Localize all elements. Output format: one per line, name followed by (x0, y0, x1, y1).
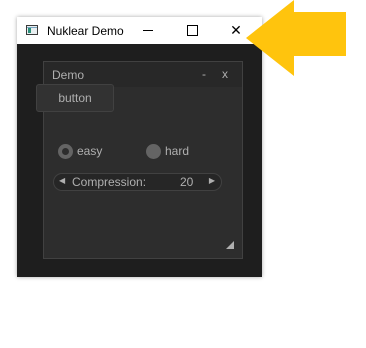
app-window-icon (26, 25, 38, 35)
radio-hard[interactable]: hard (146, 142, 189, 160)
screenshot-canvas: Nuklear Demo ✕ Demo - x button easy hard (0, 0, 366, 348)
radio-unselected-icon (146, 143, 161, 159)
close-icon: ✕ (230, 22, 242, 38)
compression-property[interactable]: ◀ Compression: 20 ▶ (53, 173, 222, 191)
maximize-button[interactable] (170, 17, 214, 44)
panel-close-button[interactable]: x (222, 67, 228, 81)
minimize-icon (143, 30, 153, 31)
radio-selected-icon (58, 143, 73, 159)
radio-easy[interactable]: easy (58, 142, 102, 160)
property-label: Compression: (72, 175, 147, 189)
window-title: Nuklear Demo (47, 24, 124, 38)
decrement-arrow-icon[interactable]: ◀ (59, 176, 65, 185)
pointer-arrow-icon (246, 0, 346, 76)
property-value[interactable]: 20 (180, 175, 193, 189)
panel-minimize-button[interactable]: - (202, 67, 206, 81)
radio-hard-label: hard (165, 144, 190, 158)
window-titlebar[interactable]: Nuklear Demo ✕ (17, 17, 262, 44)
resize-handle-icon[interactable] (226, 241, 234, 249)
minimize-button[interactable] (126, 17, 170, 44)
arrow-shape (246, 0, 346, 76)
radio-easy-label: easy (77, 144, 103, 158)
increment-arrow-icon[interactable]: ▶ (209, 176, 215, 185)
maximize-icon (186, 25, 198, 36)
demo-button[interactable]: button (36, 84, 114, 112)
panel-title: Demo (52, 68, 85, 82)
app-window: Nuklear Demo ✕ Demo - x (17, 17, 262, 277)
